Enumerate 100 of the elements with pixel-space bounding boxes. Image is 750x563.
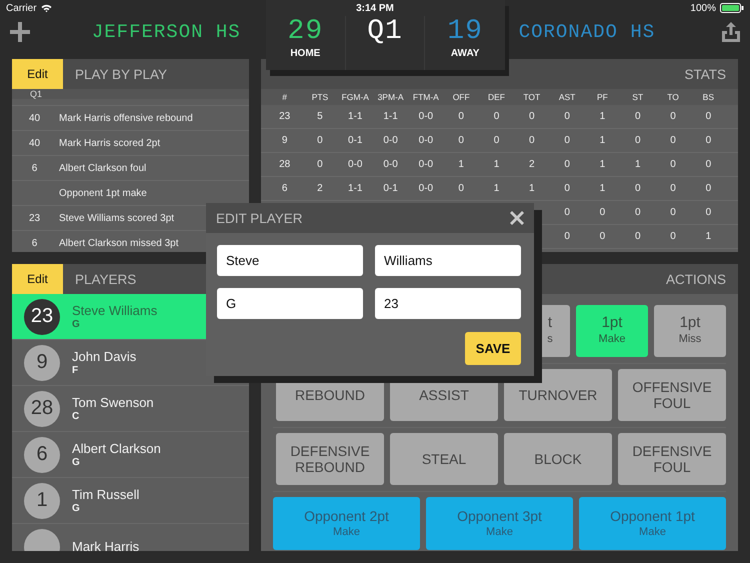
column-header: TOT xyxy=(522,92,542,102)
table-cell-text: 0-1 xyxy=(382,183,399,194)
table-cell-text: 23 xyxy=(278,111,292,122)
table-cell-text: 0 xyxy=(704,207,712,218)
table-cell-text: 0 xyxy=(704,111,712,122)
player-name: Albert Clarkson xyxy=(72,441,161,456)
play-row[interactable]: 40 Mark Harris offensive rebound xyxy=(12,106,249,131)
table-cell-text: 0 xyxy=(634,231,642,242)
table-cell-text: 0 xyxy=(669,135,677,146)
play-row[interactable]: 40 Mark Harris scored 2pt xyxy=(12,131,249,156)
table-cell-text: 0 xyxy=(563,159,571,170)
save-button[interactable]: SAVE xyxy=(465,332,521,365)
table-cell-text: 2 xyxy=(528,159,536,170)
table-cell-text: 6 xyxy=(280,183,288,194)
table-cell-text: 0 xyxy=(316,135,324,146)
player-name: John Davis xyxy=(72,349,136,364)
clock-time: 3:14 PM xyxy=(356,2,394,14)
player-number: 6 xyxy=(30,238,38,248)
column-header: AST xyxy=(558,92,576,102)
table-cell-text: 0 xyxy=(669,183,677,194)
panel-title: ACTIONS xyxy=(664,272,727,286)
wifi-icon xyxy=(40,4,52,12)
player-row[interactable]: 28 Tom Swenson C xyxy=(12,386,249,432)
player-row[interactable]: Mark Harris xyxy=(12,524,249,551)
action-button[interactable]: 1pt Miss xyxy=(654,305,726,357)
table-cell-text: 0 xyxy=(563,135,571,146)
player-number-avatar: 23 xyxy=(24,298,60,334)
table-cell-text: 0 xyxy=(563,231,571,242)
away-score: 19 xyxy=(447,16,483,48)
table-cell-text: 0-0 xyxy=(347,159,364,170)
table-cell-text: 0 xyxy=(634,135,642,146)
table-cell-text: 0-0 xyxy=(382,159,399,170)
table-cell-text: 1 xyxy=(598,135,606,146)
column-header: PF xyxy=(596,92,609,102)
table-cell-text: 0 xyxy=(528,111,536,122)
table-cell-text: 0 xyxy=(457,111,465,122)
play-description: Albert Clarkson missed 3pt xyxy=(58,238,178,248)
edit-button[interactable]: Edit xyxy=(12,59,63,89)
close-icon[interactable] xyxy=(510,211,524,225)
action-button[interactable]: Opponent 1pt Make xyxy=(579,497,726,550)
table-cell-text: 0 xyxy=(669,159,677,170)
input-field[interactable]: Steve xyxy=(217,245,363,276)
home-label: HOME xyxy=(290,48,320,59)
table-cell-text: 1 xyxy=(457,159,465,170)
table-cell-text: 1-1 xyxy=(382,111,399,122)
action-button[interactable]: 1pt Make xyxy=(576,305,648,357)
action-button[interactable]: DEFENSIVE FOUL xyxy=(618,433,726,485)
table-cell-text: 0 xyxy=(669,207,677,218)
action-button[interactable]: Opponent 2pt Make xyxy=(273,497,420,550)
player-row[interactable]: 1 Tim Russell G xyxy=(12,478,249,524)
table-cell-text: 1-1 xyxy=(347,183,364,194)
player-position: G xyxy=(72,457,81,468)
player-number: 40 xyxy=(28,138,42,148)
table-cell-text: 1 xyxy=(492,183,500,194)
action-button[interactable]: BLOCK xyxy=(504,433,612,485)
period-label: Q1 xyxy=(30,89,42,99)
play-description: Albert Clarkson foul xyxy=(58,162,146,174)
column-header: DEF xyxy=(486,92,506,102)
input-field[interactable]: Williams xyxy=(375,245,521,276)
player-number: 40 xyxy=(28,112,42,124)
away-label: AWAY xyxy=(450,48,480,59)
player-number-avatar: 28 xyxy=(24,390,60,426)
table-cell-text: 0 xyxy=(704,135,712,146)
table-cell-text: 0 xyxy=(634,207,642,218)
action-button[interactable]: TURNOVER xyxy=(504,369,612,421)
table-cell-text: 0-0 xyxy=(382,135,399,146)
table-cell-text: 0 xyxy=(492,135,500,146)
player-row[interactable]: 6 Albert Clarkson G xyxy=(12,432,249,478)
column-header: # xyxy=(281,92,288,102)
player-name: Tom Swenson xyxy=(72,395,154,410)
share-icon[interactable] xyxy=(722,22,740,42)
period-display: Q1 xyxy=(367,16,403,48)
action-button[interactable]: OFFENSIVE FOUL xyxy=(618,369,726,421)
player-number-avatar: 6 xyxy=(24,436,60,472)
player-position: G xyxy=(72,503,81,514)
table-cell-text: 9 xyxy=(280,135,288,146)
player-number: 6 xyxy=(30,162,38,174)
panel-title: PLAY BY PLAY xyxy=(74,66,168,82)
table-cell-text: 0 xyxy=(704,183,712,194)
play-row[interactable]: 6 Albert Clarkson foul xyxy=(12,156,249,181)
table-cell-text: 0 xyxy=(528,135,536,146)
column-header: PTS xyxy=(310,92,330,102)
input-field[interactable]: G xyxy=(217,288,363,319)
player-name: Tim Russell xyxy=(72,487,140,502)
table-cell-text: 0 xyxy=(704,159,712,170)
edit-button[interactable]: Edit xyxy=(12,264,63,294)
input-field[interactable]: 23 xyxy=(375,288,521,319)
plus-icon[interactable] xyxy=(10,22,30,42)
battery-percent: 100% xyxy=(690,2,716,14)
action-button[interactable]: DEFENSIVE REBOUND xyxy=(276,433,384,485)
action-button[interactable]: STEAL xyxy=(390,433,498,485)
home-score: 29 xyxy=(288,16,324,48)
player-position: F xyxy=(72,365,80,376)
action-button[interactable]: Opponent 3pt Make xyxy=(426,497,573,550)
column-header: FGM-A xyxy=(340,92,370,102)
battery-icon xyxy=(720,3,744,13)
player-position: C xyxy=(72,411,80,422)
table-cell-text: 1 xyxy=(634,159,642,170)
table-cell-text: 0-0 xyxy=(418,159,434,170)
table-cell-text: 0 xyxy=(669,111,677,122)
